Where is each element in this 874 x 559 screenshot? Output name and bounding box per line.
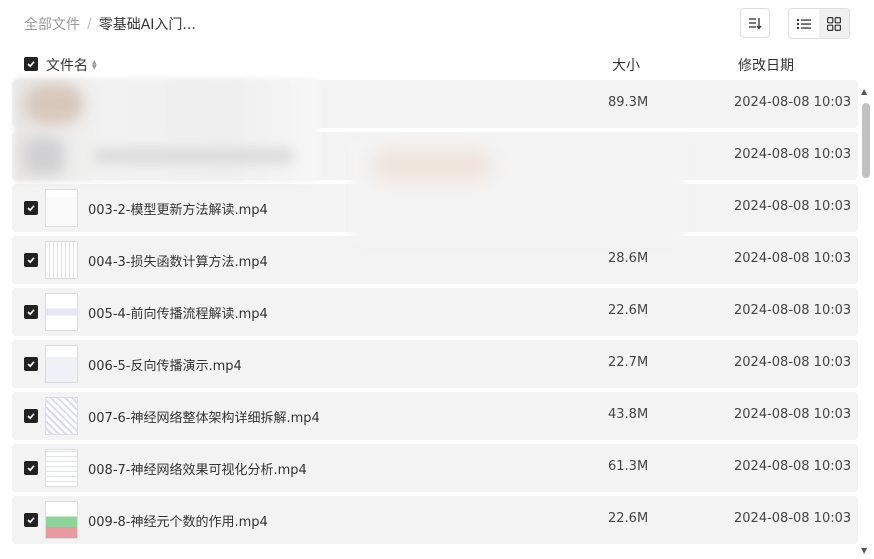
file-name[interactable]: 005-4-前向传播流程解读.mp4 [88,303,268,322]
sort-arrows-icon: ▲ ▼ [92,59,97,71]
breadcrumb-current: 零基础AI入门... [98,17,196,33]
breadcrumb: 全部文件 / 零基础AI入门... [24,14,196,34]
file-size: 22.6M [608,303,649,318]
file-name[interactable]: 008-7-神经网络效果可视化分析.mp4 [88,459,307,478]
video-thumbnail[interactable] [45,345,78,383]
table-row[interactable]: 007-6-神经网络整体架构详细拆解.mp4 43.8M 2024-08-08 10… [12,392,858,440]
column-header-name-label: 文件名 [46,58,88,74]
file-modified-date: 2024-08-08 10:03 [734,459,852,474]
scroll-down-arrow-icon[interactable]: ▼ [861,546,867,555]
file-modified-date: 2024-08-08 10:03 [734,199,852,214]
breadcrumb-root[interactable]: 全部文件 [24,14,80,34]
file-size: 22.6M [608,511,649,526]
file-size: 28.6M [608,251,649,266]
video-thumbnail[interactable] [45,397,78,435]
file-modified-date: 2024-08-08 10:03 [734,251,852,266]
check-icon [27,465,35,472]
row-checkbox[interactable] [24,357,38,371]
redacted-overlay [14,78,319,182]
video-thumbnail[interactable] [45,449,78,487]
sort-icon [749,18,762,30]
file-name[interactable]: 003-2-模型更新方法解读.mp4 [88,199,268,218]
table-row[interactable]: 008-7-神经网络效果可视化分析.mp4 61.3M 2024-08-08 10:… [12,444,858,492]
scrollbar-thumb[interactable] [862,103,870,178]
file-size: 89.3M [608,95,649,110]
grid-view-button[interactable] [819,9,849,38]
file-modified-date: 2024-08-08 10:03 [734,147,852,162]
file-modified-date: 2024-08-08 10:03 [734,355,852,370]
file-size: 43.8M [608,407,649,422]
check-icon [27,309,35,316]
check-icon [27,517,35,524]
video-thumbnail[interactable] [45,293,78,331]
file-name[interactable]: 009-8-神经元个数的作用.mp4 [88,511,268,530]
file-modified-date: 2024-08-08 10:03 [734,407,852,422]
file-modified-date: 2024-08-08 10:03 [734,511,852,526]
row-checkbox[interactable] [24,461,38,475]
grid-view-icon [827,16,841,31]
video-thumbnail[interactable] [45,241,78,279]
row-checkbox[interactable] [24,305,38,319]
list-view-button[interactable] [789,9,819,38]
table-row[interactable]: 006-5-反向传播演示.mp4 22.7M 2024-08-08 10:03 [12,340,858,388]
select-all-checkbox[interactable] [24,57,38,71]
video-thumbnail[interactable] [45,501,78,539]
check-icon [27,413,35,420]
column-header-name[interactable]: 文件名 ▲ ▼ [46,55,97,75]
file-name[interactable]: 007-6-神经网络整体架构详细拆解.mp4 [88,407,320,426]
column-header-date[interactable]: 修改日期 [738,55,794,75]
row-checkbox[interactable] [24,409,38,423]
file-size: 22.7M [608,355,649,370]
file-size: 61.3M [608,459,649,474]
table-row[interactable]: 009-8-神经元个数的作用.mp4 22.6M 2024-08-08 10:03 [12,496,858,544]
file-name[interactable]: 006-5-反向传播演示.mp4 [88,355,242,374]
table-header: 文件名 ▲ ▼ 大小 修改日期 [24,54,854,74]
scroll-up-arrow-icon[interactable]: ▲ [861,87,867,96]
file-modified-date: 2024-08-08 10:03 [734,303,852,318]
check-icon [27,257,35,264]
list-view-icon [797,18,811,29]
table-row[interactable]: 005-4-前向传播流程解读.mp4 22.6M 2024-08-08 10:03 [12,288,858,336]
check-icon [27,205,35,212]
check-icon [27,61,35,68]
row-checkbox[interactable] [24,201,38,215]
redacted-overlay [352,140,684,244]
row-checkbox[interactable] [24,513,38,527]
file-modified-date: 2024-08-08 10:03 [734,95,852,110]
column-header-size[interactable]: 大小 [612,55,640,75]
breadcrumb-separator: / [87,16,92,32]
check-icon [27,361,35,368]
file-name[interactable]: 004-3-损失函数计算方法.mp4 [88,251,268,270]
video-thumbnail[interactable] [45,189,78,227]
sort-button[interactable] [740,8,770,38]
row-checkbox[interactable] [24,253,38,267]
view-toggle [788,8,850,39]
